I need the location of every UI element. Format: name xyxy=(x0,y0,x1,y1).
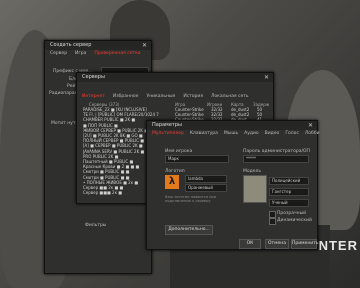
create-server-tabs: Сервер Игра Проверенная сетка xyxy=(45,50,151,57)
admin-pass-input[interactable]: ***** xyxy=(243,155,309,163)
tab-lan[interactable]: Локальная сеть xyxy=(211,94,249,99)
create-server-title: Создать сервер xyxy=(45,41,151,50)
tab-internet[interactable]: Интернет xyxy=(82,94,105,99)
tab-unique[interactable]: Уникальные xyxy=(146,94,175,99)
tab-server[interactable]: Сервер xyxy=(50,51,67,56)
player-name-input[interactable]: Марк xyxy=(165,155,229,163)
advanced-button[interactable]: Дополнительно... xyxy=(165,225,213,235)
filters-label: Фильтры xyxy=(85,223,107,228)
servers-tabs: Интернет Избранное Уникальные История Ло… xyxy=(77,82,273,100)
model-select[interactable]: Полицейский xyxy=(269,177,309,185)
logo-label: Логотип xyxy=(165,169,185,174)
tab-lobby[interactable]: Лобби xyxy=(305,131,320,136)
dynamic-label: Динамический xyxy=(277,218,312,223)
model-preview xyxy=(243,175,267,203)
model-label: Модель xyxy=(243,169,262,174)
close-icon[interactable]: ✕ xyxy=(308,121,313,130)
close-icon[interactable]: ✕ xyxy=(264,73,269,82)
tab-game[interactable]: Игра xyxy=(75,51,86,56)
tab-history[interactable]: История xyxy=(183,94,203,99)
tab-multiplayer[interactable]: Мультиплеер xyxy=(152,131,184,136)
tab-voice[interactable]: Голос xyxy=(285,131,299,136)
model-select-3[interactable]: Ученый xyxy=(269,199,309,207)
tab-audio[interactable]: Аудио xyxy=(244,131,259,136)
transparent-checkbox[interactable] xyxy=(269,211,276,218)
model-select-2[interactable]: Гангстер xyxy=(269,188,309,196)
tab-favorites[interactable]: Избранное xyxy=(113,94,139,99)
transparent-label: Прозрачный xyxy=(277,211,307,216)
logo-hint: Ваш логотип появится при подключении к с… xyxy=(165,195,217,203)
tab-mouse[interactable]: Мышь xyxy=(224,131,238,136)
servers-title: Серверы xyxy=(77,73,273,82)
logo-select[interactable]: lambda xyxy=(185,175,227,183)
player-name-label: Имя игрока xyxy=(165,149,193,154)
tab-video[interactable]: Видео xyxy=(265,131,280,136)
params-title: Параметры xyxy=(147,121,317,130)
apply-button[interactable]: Применить xyxy=(291,239,318,249)
params-window: Параметры ✕ Мультиплеер Клавиатура Мышь … xyxy=(146,120,320,250)
admin-pass-label: Пароль администратора/ОП xyxy=(243,149,310,154)
tab-keyboard[interactable]: Клавиатура xyxy=(190,131,218,136)
logo-color-select[interactable]: Оранжевый xyxy=(185,184,227,192)
dynamic-checkbox[interactable] xyxy=(269,218,276,225)
cancel-button[interactable]: Отмена xyxy=(265,239,289,249)
params-tabs: Мультиплеер Клавиатура Мышь Аудио Видео … xyxy=(147,130,320,137)
close-icon[interactable]: ✕ xyxy=(142,41,147,50)
tab-checked-grid[interactable]: Проверенная сетка xyxy=(94,51,140,56)
lambda-logo-icon: λ xyxy=(165,175,179,189)
ok-button[interactable]: ОК xyxy=(239,239,261,249)
